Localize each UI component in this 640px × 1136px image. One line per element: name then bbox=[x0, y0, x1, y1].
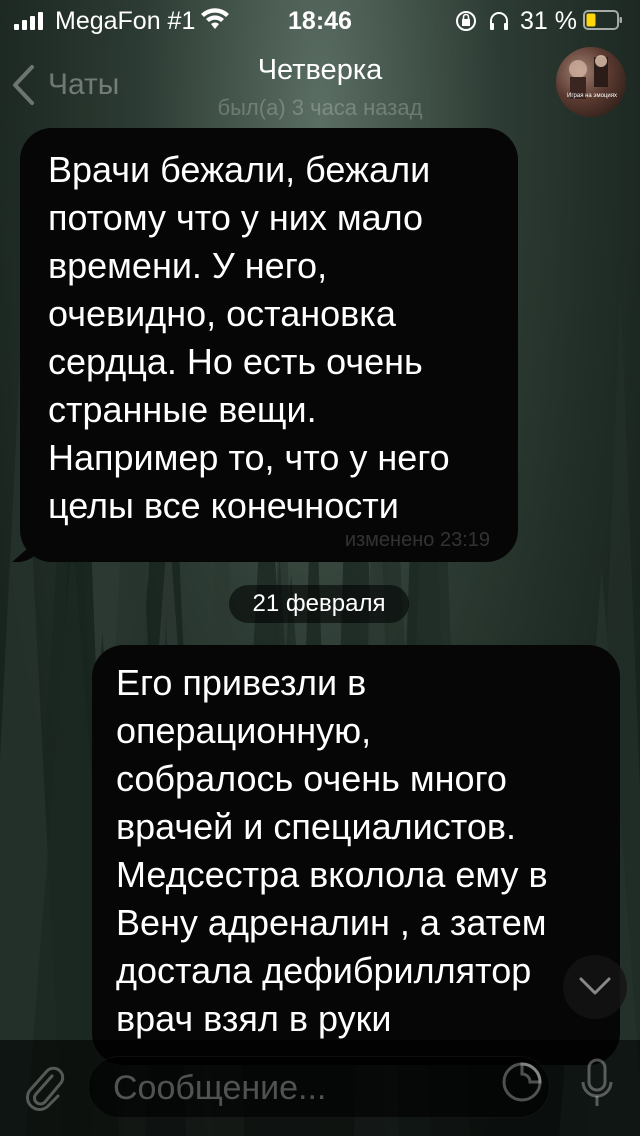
status-bar: MegaFon #1 18:46 31 % bbox=[0, 0, 640, 40]
message-input[interactable]: Сообщение... bbox=[88, 1056, 550, 1118]
battery-level-fill bbox=[586, 13, 596, 27]
message-edited-time: изменено 23:19 bbox=[344, 529, 490, 551]
chevron-down-icon bbox=[579, 977, 611, 995]
avatar-caption: Играя на эмоциях bbox=[567, 93, 617, 99]
battery-percent: 31 % bbox=[520, 7, 577, 35]
microphone-icon[interactable] bbox=[580, 1058, 614, 1110]
headphones-icon bbox=[490, 12, 508, 30]
chat-header: Чаты Четверка был(а) 3 часа назад Играя … bbox=[0, 40, 640, 130]
sticker-icon[interactable] bbox=[500, 1060, 544, 1104]
message-text: Врачи бежали, бежали потому что у них ма… bbox=[48, 149, 450, 526]
message-text: Его привезли в операционную, собралось о… bbox=[116, 662, 548, 1039]
paperclip-icon[interactable] bbox=[22, 1062, 68, 1112]
composer-bar: Сообщение... bbox=[0, 1040, 640, 1136]
chat-title[interactable]: Четверка bbox=[0, 54, 640, 87]
incoming-message[interactable]: Врачи бежали, бежали потому что у них ма… bbox=[20, 128, 518, 562]
chat-last-seen: был(а) 3 часа назад bbox=[217, 95, 423, 120]
scroll-to-bottom-button[interactable] bbox=[563, 955, 627, 1019]
chat-avatar[interactable]: Играя на эмоциях bbox=[556, 47, 626, 117]
avatar-image bbox=[569, 55, 608, 99]
orientation-lock-icon bbox=[456, 11, 476, 31]
date-separator: 21 февраля bbox=[229, 585, 409, 623]
outgoing-message[interactable]: Его привезли в операционную, собралось о… bbox=[92, 645, 620, 1065]
battery-icon bbox=[583, 10, 622, 30]
